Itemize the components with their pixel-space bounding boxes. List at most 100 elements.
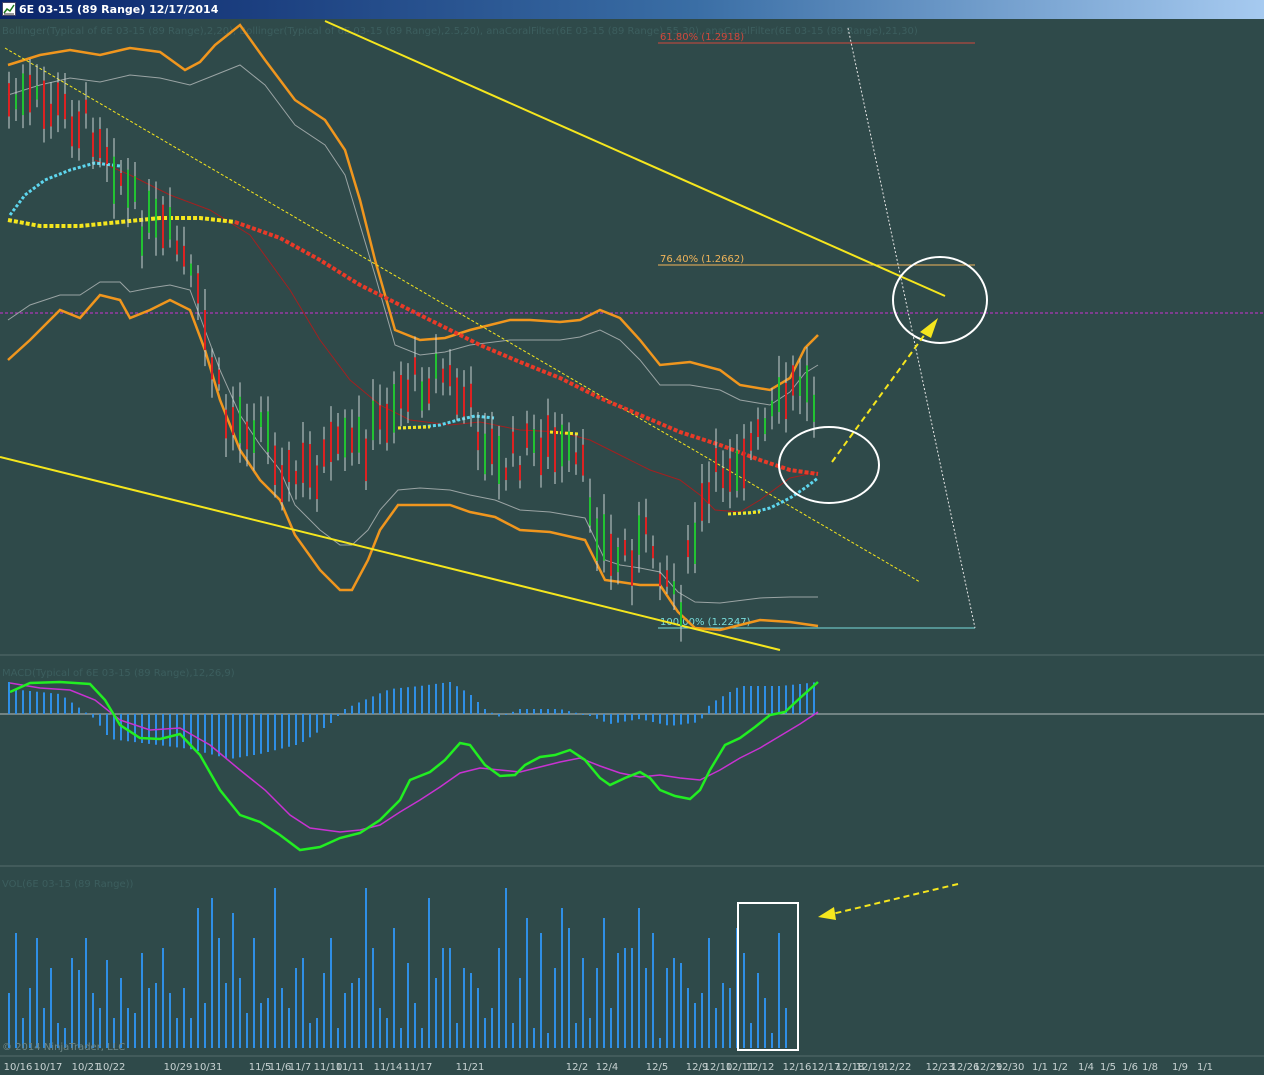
- candle-body: [99, 128, 101, 159]
- candle-body: [414, 357, 416, 375]
- candle-body: [351, 427, 353, 453]
- volume-bar: [372, 948, 374, 1048]
- volume-bar: [127, 1008, 129, 1048]
- candle-body: [176, 240, 178, 255]
- macd-histogram-bar: [127, 714, 129, 742]
- macd-histogram-bar: [78, 707, 80, 714]
- volume-bar: [141, 953, 143, 1048]
- volume-bar: [694, 1003, 696, 1048]
- macd-histogram-bar: [498, 714, 500, 717]
- volume-bar: [673, 958, 675, 1048]
- candle-body: [78, 111, 80, 149]
- macd-histogram-bar: [673, 714, 675, 726]
- macd-histogram-bar: [92, 714, 94, 718]
- volume-bar: [134, 1013, 136, 1048]
- volume-bar: [15, 933, 17, 1048]
- volume-bar: [764, 998, 766, 1048]
- volume-bar: [218, 938, 220, 1048]
- candle-body: [603, 514, 605, 561]
- macd-histogram-bar: [8, 682, 10, 714]
- macd-histogram-bar: [484, 709, 486, 714]
- candle-body: [274, 445, 276, 486]
- candle-body: [50, 103, 52, 127]
- macd-histogram-bar: [554, 709, 556, 714]
- macd-histogram-bar: [414, 686, 416, 714]
- macd-histogram-bar: [309, 714, 311, 738]
- x-axis-label: 12/30: [996, 1062, 1025, 1073]
- macd-histogram-bar: [330, 714, 332, 723]
- candle-body: [239, 396, 241, 444]
- x-axis-label: 10/17: [34, 1062, 63, 1073]
- x-axis-label: 1/2: [1052, 1062, 1068, 1073]
- candle-body: [505, 467, 507, 481]
- volume-bar: [148, 988, 150, 1048]
- candle-body: [540, 437, 542, 476]
- volume-bar: [582, 958, 584, 1048]
- candle-body: [687, 540, 689, 558]
- candle-body: [806, 365, 808, 403]
- copyright-text: © 2014 NinjaTrader, LLC: [2, 1042, 125, 1053]
- volume-bar: [449, 948, 451, 1048]
- chart-area[interactable]: Bollinger(Typical of 6E 03-15 (89 Range)…: [0, 19, 1264, 1075]
- candle-body: [183, 245, 185, 267]
- candle-body: [568, 431, 570, 461]
- macd-histogram-bar: [757, 686, 759, 714]
- candle-body: [407, 379, 409, 412]
- candle-body: [379, 405, 381, 430]
- x-axis-label: 1/1: [1197, 1062, 1213, 1073]
- macd-histogram-bar: [288, 714, 290, 747]
- macd-histogram-bar: [106, 714, 108, 735]
- macd-histogram-bar: [239, 714, 241, 758]
- volume-bar: [211, 898, 213, 1048]
- macd-histogram-bar: [575, 712, 577, 714]
- candle-body: [659, 573, 661, 587]
- volume-bar: [358, 978, 360, 1048]
- macd-histogram-bar: [134, 714, 136, 743]
- macd-histogram-bar: [295, 714, 297, 745]
- x-axis-label: 10/29: [164, 1062, 193, 1073]
- macd-histogram-bar: [267, 714, 269, 752]
- candle-body: [484, 433, 486, 475]
- macd-histogram-bar: [442, 682, 444, 714]
- volume-bar: [680, 963, 682, 1048]
- candle-body: [57, 82, 59, 116]
- macd-histogram-bar: [491, 712, 493, 714]
- volume-bar: [393, 928, 395, 1048]
- candle-body: [743, 438, 745, 489]
- candle-body: [652, 546, 654, 559]
- candle-body: [148, 190, 150, 233]
- macd-histogram-bar: [211, 714, 213, 755]
- volume-bar: [554, 968, 556, 1048]
- candle-body: [778, 377, 780, 413]
- volume-bar: [162, 948, 164, 1048]
- macd-histogram-bar: [519, 709, 521, 714]
- volume-bar: [239, 978, 241, 1048]
- volume-bar: [190, 1018, 192, 1048]
- candle-body: [547, 415, 549, 457]
- volume-bar: [106, 960, 108, 1048]
- macd-histogram-bar: [701, 714, 703, 719]
- volume-bar: [631, 948, 633, 1048]
- macd-histogram-bar: [246, 714, 248, 757]
- volume-bar: [568, 928, 570, 1048]
- candle-body: [813, 394, 815, 422]
- macd-histogram-bar: [428, 684, 430, 714]
- macd-histogram-bar: [232, 714, 234, 759]
- candle-body: [64, 93, 66, 120]
- candle-body: [435, 353, 437, 379]
- macd-histogram-bar: [456, 686, 458, 714]
- candle-body: [694, 522, 696, 564]
- volume-bar: [526, 918, 528, 1048]
- macd-histogram-bar: [379, 693, 381, 714]
- candle-body: [645, 517, 647, 535]
- candle-body: [757, 419, 759, 437]
- volume-indicator-label: VOL(6E 03-15 (89 Range)): [2, 879, 134, 890]
- macd-histogram-bar: [29, 691, 31, 714]
- candle-body: [372, 400, 374, 441]
- candle-body: [470, 383, 472, 408]
- volume-bar: [757, 973, 759, 1048]
- macd-histogram-bar: [176, 714, 178, 748]
- volume-bar: [659, 1038, 661, 1048]
- macd-histogram-bar: [638, 714, 640, 720]
- window-title-bar[interactable]: 6E 03-15 (89 Range) 12/17/2014: [0, 0, 1264, 19]
